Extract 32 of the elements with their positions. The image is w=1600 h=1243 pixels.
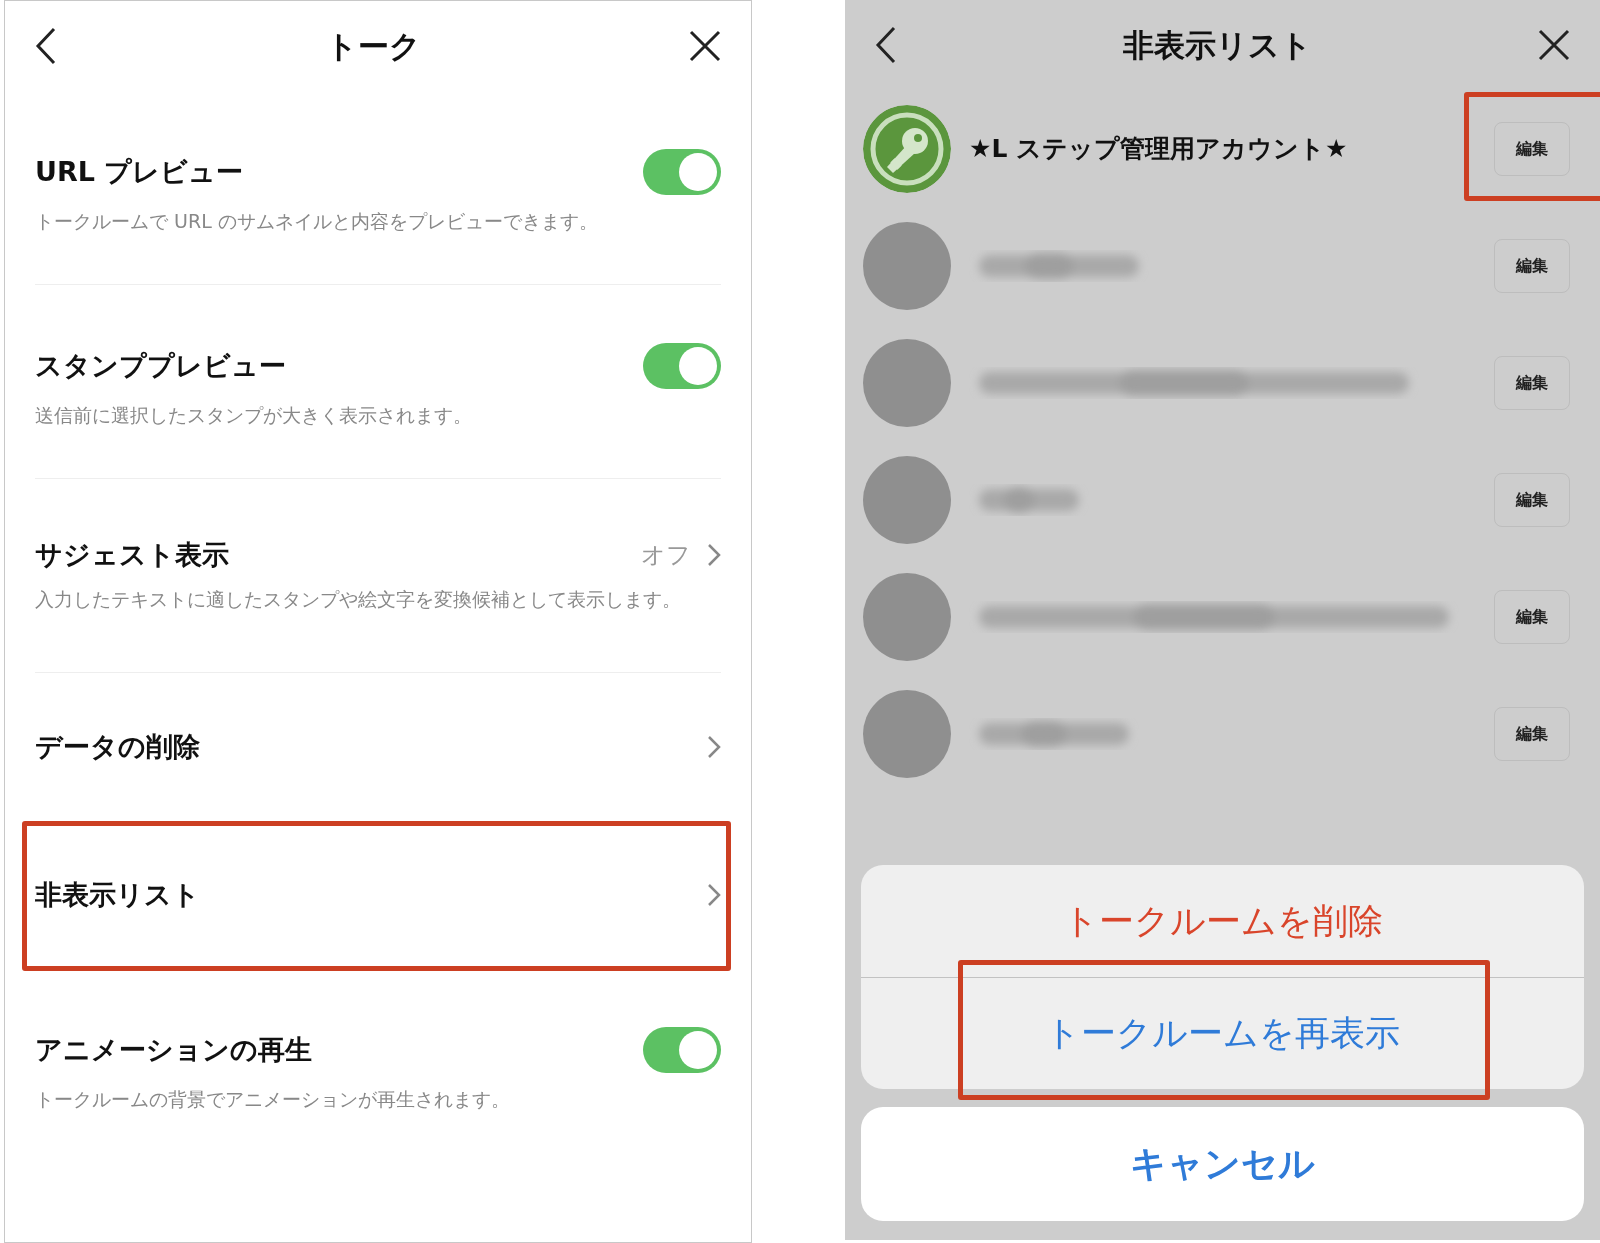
- toggle-switch[interactable]: [643, 1027, 721, 1073]
- setting-title: データの削除: [35, 730, 200, 764]
- contact-name: ★L ステップ管理用アカウント★: [969, 132, 1349, 165]
- close-icon[interactable]: [1538, 29, 1570, 61]
- back-icon[interactable]: [35, 27, 57, 65]
- edit-button[interactable]: 編集: [1494, 121, 1570, 176]
- chevron-icon: [707, 735, 721, 759]
- sheet-option[interactable]: トークルームを再表示: [861, 977, 1584, 1089]
- close-icon[interactable]: [689, 30, 721, 62]
- setting-description: トークルームで URL のサムネイルと内容をプレビューできます。: [35, 209, 599, 234]
- screen-title: 非表示リスト: [1123, 25, 1312, 65]
- chevron-icon: [707, 883, 721, 907]
- setting-title: サジェスト表示: [35, 538, 229, 572]
- toggle-switch[interactable]: [643, 343, 721, 389]
- setting-title: URL プレビュー: [35, 155, 244, 189]
- screen-title: トーク: [325, 26, 421, 66]
- setting-title: アニメーションの再生: [35, 1033, 312, 1067]
- setting-description: 入力したテキストに適したスタンプや絵文字を変換候補として表示します。: [35, 587, 682, 612]
- setting-title: 非表示リスト: [35, 878, 200, 912]
- edit-button[interactable]: 編集: [1494, 472, 1570, 527]
- cancel-button[interactable]: キャンセル: [861, 1107, 1584, 1221]
- edit-button[interactable]: 編集: [1494, 238, 1570, 293]
- edit-button[interactable]: 編集: [1494, 706, 1570, 761]
- edit-button[interactable]: 編集: [1494, 355, 1570, 410]
- back-icon[interactable]: [875, 26, 897, 64]
- setting-description: 送信前に選択したスタンプが大きく表示されます。: [35, 403, 473, 428]
- edit-button[interactable]: 編集: [1494, 589, 1570, 644]
- chevron-icon: [707, 543, 721, 567]
- toggle-switch[interactable]: [643, 149, 721, 195]
- setting-description: トークルームの背景でアニメーションが再生されます。: [35, 1087, 511, 1112]
- sheet-option[interactable]: トークルームを削除: [861, 865, 1584, 977]
- setting-title: スタンププレビュー: [35, 349, 286, 383]
